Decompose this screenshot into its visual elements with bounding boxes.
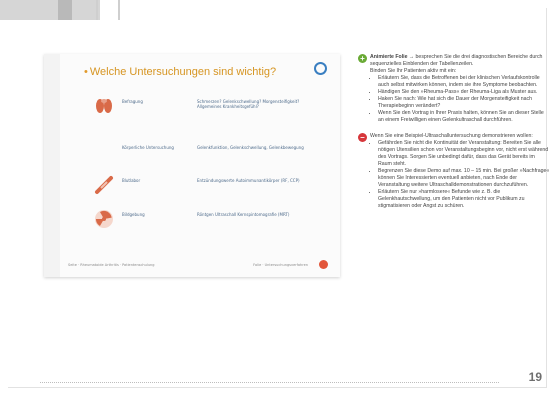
slide-thumbnail: • Welche Untersuchungen sind wichtig? Bef… [44, 54, 340, 277]
list-item: Haken Sie nach: Wie hat sich die Dauer d… [378, 96, 550, 110]
slide-title: • Welche Untersuchungen sind wichtig? [84, 66, 277, 78]
plus-icon: + [358, 54, 367, 63]
notes-lead: Animierte Folie → besprechen Sie die dre… [370, 54, 543, 67]
slide-row-label: Körperliche Untersuchung [122, 145, 174, 150]
slide-row-desc: Entzündungswerte Autoimmunantikörper (RF… [197, 178, 300, 183]
notes-block-positive: + Animierte Folie → besprechen Sie die d… [358, 54, 550, 124]
slide-row-desc: Röntgen Ultraschall Kernspintomografie (… [197, 212, 290, 217]
notes-lead: Wenn Sie eine Beispiel-Ultraschallunters… [370, 133, 533, 139]
speaker-notes: + Animierte Folie → besprechen Sie die d… [358, 54, 550, 210]
notes-list: Erläutern Sie, dass die Betroffenen bei … [370, 75, 550, 124]
page-number: 19 [528, 370, 542, 384]
notes-intro: Binden Sie Ihr Patienten aktiv mit ein: [370, 68, 457, 74]
syringe-icon [94, 175, 114, 195]
slide-row-desc: Schmerzen? Gelenkschwellung? Morgensteif… [197, 99, 300, 109]
list-item: Erläutern Sie nur »harmlosere« Befunde w… [378, 189, 550, 210]
minus-icon: – [358, 133, 367, 142]
slide-row-label: Blutlabor [122, 178, 141, 183]
notes-list: Gefährden Sie nicht die Kontinuität der … [370, 140, 550, 210]
slide-accent-bar [44, 54, 60, 277]
slide-nav-icon [319, 260, 328, 269]
list-item: Gefährden Sie nicht die Kontinuität der … [378, 140, 550, 168]
slide-row-label: Bildgebung [122, 212, 145, 217]
slide-row-label: Befragung [122, 99, 143, 104]
radiation-icon [94, 209, 114, 229]
footer-divider [40, 382, 499, 383]
slide-footer-left: Seite · Rheumatoide Arthritis · Patiente… [68, 263, 155, 267]
logo-icon [314, 62, 327, 75]
list-item: Begrenzen Sie diese Demo auf max. 10 – 1… [378, 168, 550, 189]
list-item: Wenn Sie den Vortrag in Ihrer Praxis hal… [378, 110, 550, 124]
hand-icon [94, 142, 114, 162]
joint-icon [94, 96, 114, 116]
notes-block-negative: – Wenn Sie eine Beispiel-Ultraschallunte… [358, 133, 550, 210]
list-item: Erläutern Sie, dass die Betroffenen bei … [378, 75, 550, 89]
list-item: Händigen Sie den »Rheuma-Pass« der Rheum… [378, 89, 550, 96]
slide-row-desc: Gelenkfunktion, Gelenkschwellung, Gelenk… [197, 145, 304, 150]
slide-footer-right: Folie · Untersuchungsverfahren [253, 263, 308, 267]
